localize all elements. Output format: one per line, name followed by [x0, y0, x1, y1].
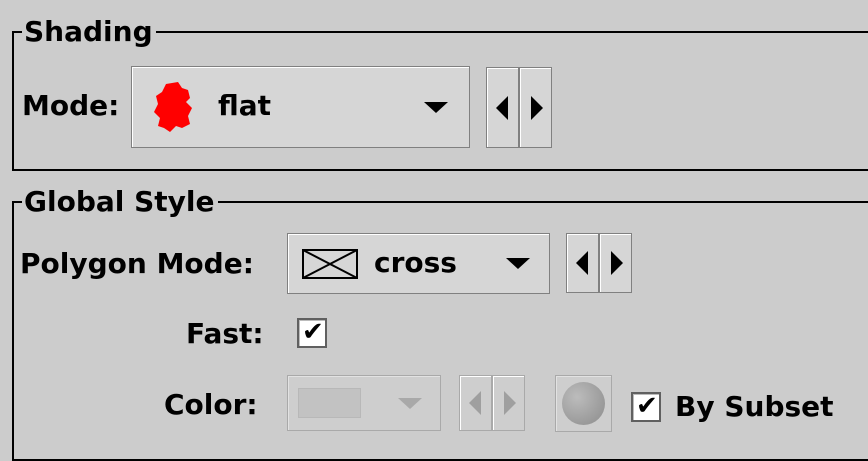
chevron-down-icon — [506, 258, 530, 269]
mode-prev-button[interactable] — [486, 67, 519, 148]
arrow-left-icon — [496, 95, 508, 120]
arrow-right-icon — [531, 95, 543, 120]
by-subset-checkbox[interactable]: ✔ — [631, 391, 661, 422]
color-combo[interactable] — [287, 375, 441, 431]
color-chooser-button[interactable] — [555, 375, 612, 432]
polygon-mode-value: cross — [374, 246, 457, 279]
check-mark-icon: ✔ — [636, 391, 658, 421]
red-blob-icon — [152, 82, 194, 132]
mode-value: flat — [218, 89, 272, 122]
polygon-mode-label: Polygon Mode: — [20, 247, 254, 280]
color-prev-button[interactable] — [459, 375, 492, 431]
color-label: Color: — [164, 388, 258, 421]
arrow-right-icon — [504, 391, 516, 415]
fast-label: Fast: — [186, 317, 264, 350]
chevron-down-icon — [424, 102, 448, 113]
arrow-left-icon — [469, 391, 481, 415]
polygon-mode-next-button[interactable] — [599, 233, 632, 293]
fast-checkbox[interactable]: ✔ — [297, 317, 327, 348]
mode-next-button[interactable] — [519, 67, 552, 148]
shading-legend: Shading — [22, 17, 156, 47]
mode-combo[interactable]: flat — [131, 66, 470, 148]
color-circle-icon — [562, 382, 605, 425]
cross-box-icon — [302, 249, 358, 279]
global-style-legend: Global Style — [22, 187, 218, 217]
arrow-right-icon — [611, 251, 623, 275]
color-next-button[interactable] — [492, 375, 525, 431]
mode-label: Mode: — [22, 89, 120, 122]
arrow-left-icon — [576, 251, 588, 275]
by-subset-label[interactable]: By Subset — [675, 391, 834, 423]
polygon-mode-combo[interactable]: cross — [287, 233, 550, 294]
color-swatch — [298, 388, 361, 418]
chevron-down-icon — [398, 398, 422, 409]
polygon-mode-prev-button[interactable] — [566, 233, 599, 293]
check-mark-icon: ✔ — [302, 317, 324, 347]
